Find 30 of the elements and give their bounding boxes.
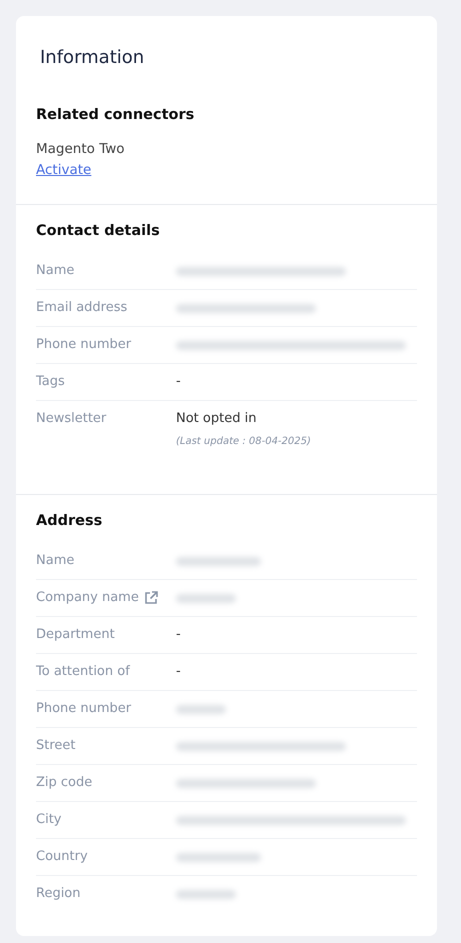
field-label: Phone number (36, 700, 132, 718)
field-label: City (36, 810, 62, 829)
activate-link[interactable]: Activate (36, 160, 92, 180)
field-label: Newsletter (36, 410, 106, 428)
blurred-value (176, 890, 236, 899)
section-heading: Address (36, 512, 104, 531)
field-label: Street (36, 736, 76, 755)
last-update-note: (Last update : 08-04-2025) (176, 436, 312, 447)
section-heading: Contact details (36, 222, 161, 241)
field-label: To attention of (36, 662, 130, 681)
external-link-icon[interactable] (142, 590, 159, 606)
field-label: Email address (36, 298, 128, 317)
field-label: Name (36, 552, 74, 570)
field-value: - (176, 662, 182, 681)
field-label: Company name (36, 588, 139, 607)
field-label: Name (36, 262, 74, 280)
connector-name: Magento Two (36, 140, 126, 159)
field-label: Tags (36, 372, 65, 391)
blurred-value (176, 594, 236, 603)
section-heading: Related connectors (36, 106, 196, 125)
card-title: Information (39, 46, 146, 70)
field-label: Phone number (36, 336, 132, 354)
field-label: Zip code (36, 774, 92, 792)
field-value: - (176, 626, 182, 644)
field-value: Not opted in (176, 410, 258, 428)
field-value: - (176, 372, 182, 391)
field-label: Country (36, 848, 88, 866)
field-label: Region (36, 884, 81, 903)
blurred-value (176, 704, 226, 714)
field-label: Department (36, 626, 115, 644)
